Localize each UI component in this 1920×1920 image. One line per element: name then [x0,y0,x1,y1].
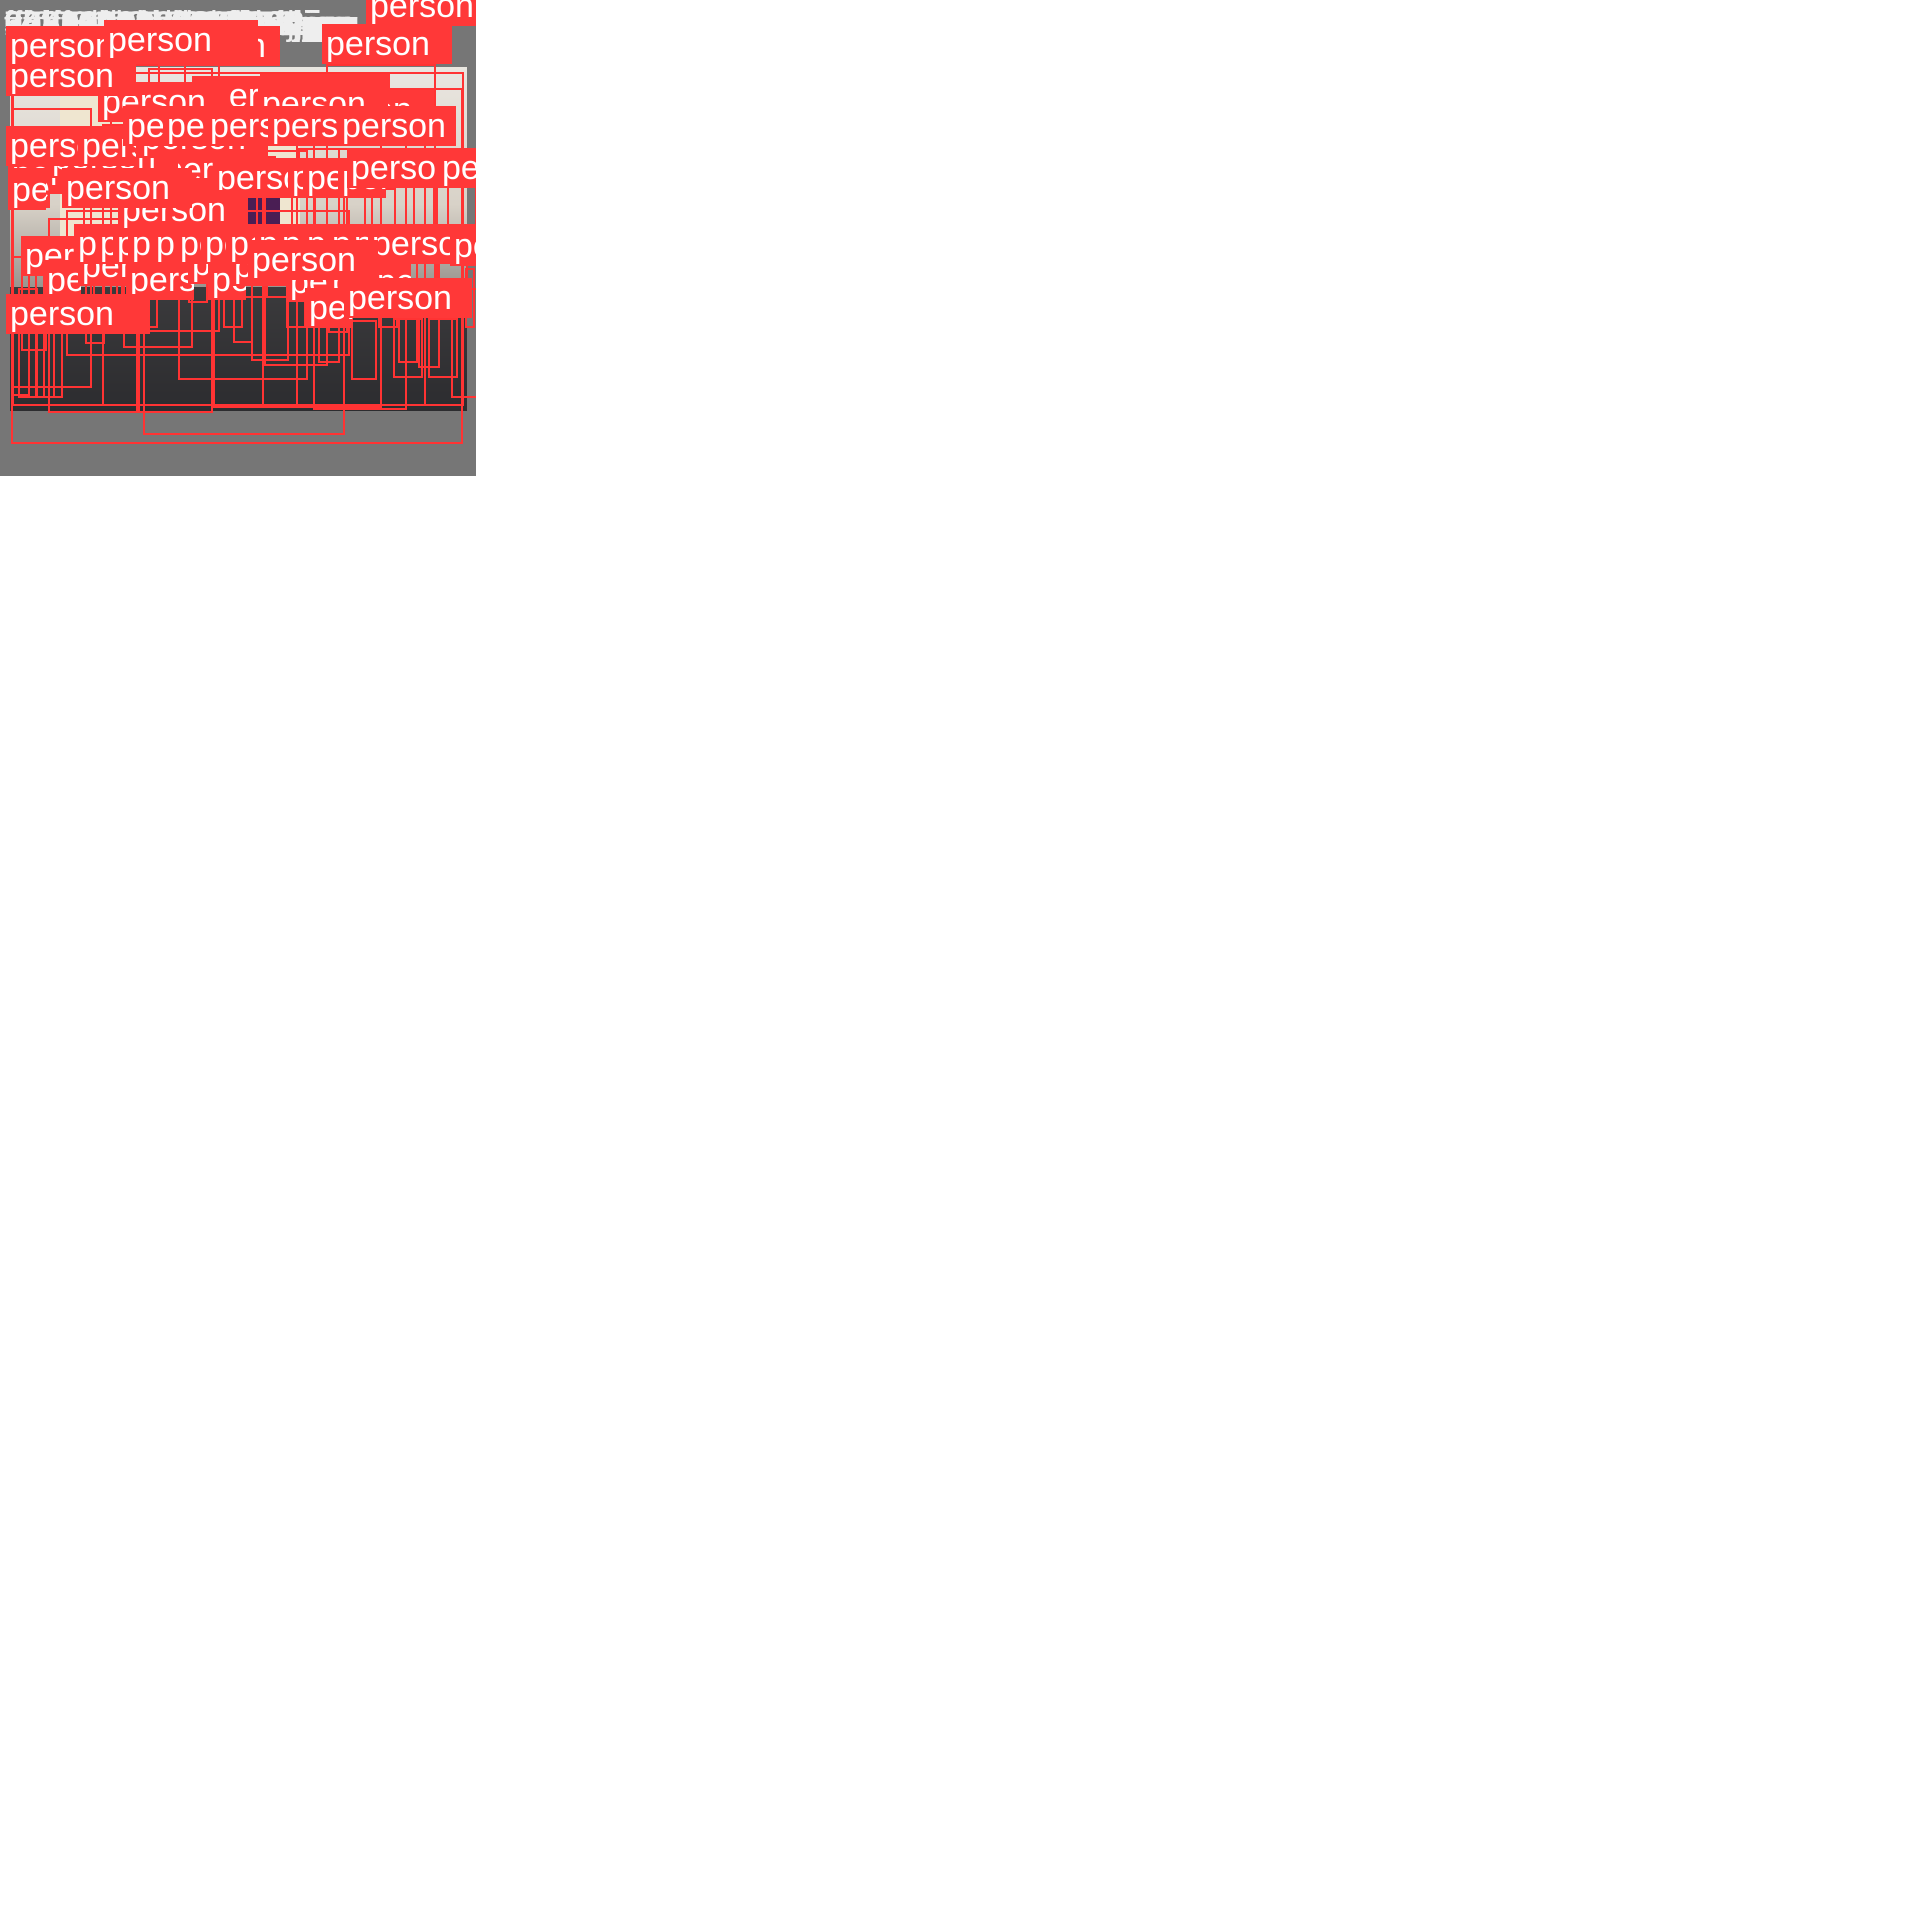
detection-label: person [338,106,456,146]
detection-label: person [8,170,46,210]
detection-label: person [248,240,378,280]
detection-label: person [450,226,476,266]
detection-label: person [344,278,472,318]
detection-mosaic: 2aaf31065c31d7aa.jpg personperson 502ca3… [0,0,1920,1920]
detection-label: person [6,26,116,66]
detection-label: person [438,148,476,188]
detection-label: person [6,294,150,334]
detection-label: person [366,0,476,26]
detection-label: person [322,24,452,64]
detection-label: person [104,20,258,60]
detection-label: person [62,168,192,208]
